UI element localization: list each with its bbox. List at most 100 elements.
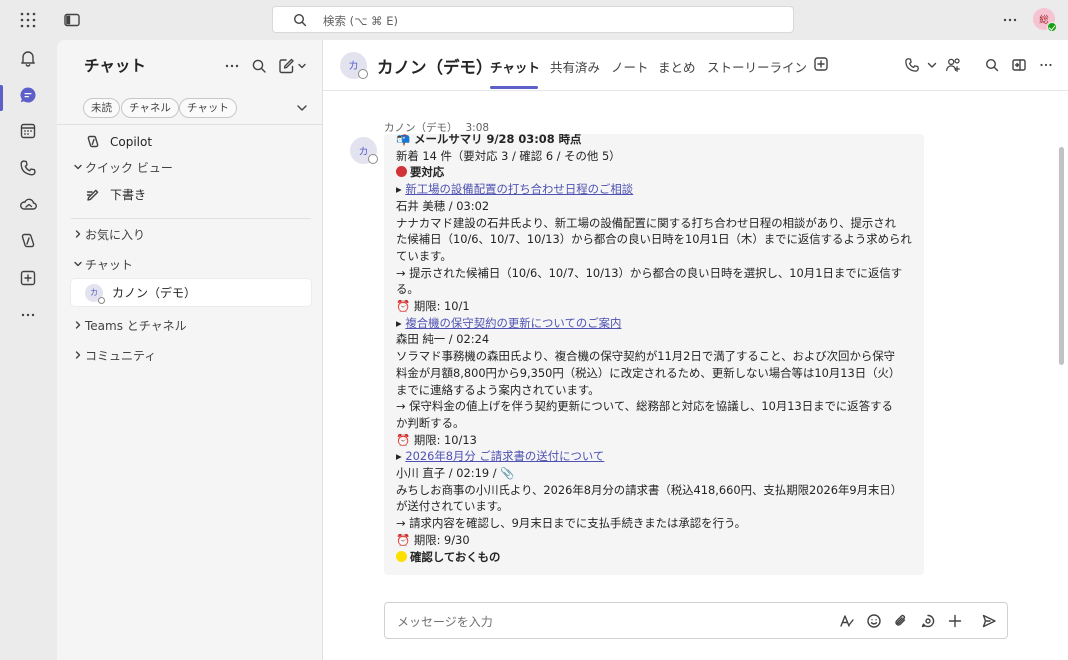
chat-item-name: カノン（デモ） xyxy=(112,286,197,300)
new-chat-icon[interactable] xyxy=(276,56,310,76)
composer-placeholder: メッセージを入力 xyxy=(397,615,493,629)
chat-header: カ カノン（デモ） チャット 共有済み ノート まとめ ストーリーライン xyxy=(323,40,1068,91)
send-icon[interactable] xyxy=(980,612,998,630)
sidebar-toggle-icon[interactable] xyxy=(62,10,82,30)
chevron-down-icon[interactable] xyxy=(922,55,942,75)
people-add-icon[interactable] xyxy=(943,55,963,75)
section-label: クイック ビュー xyxy=(85,160,173,175)
message-time: 3:08 xyxy=(465,122,490,134)
section-to-confirm: 確認しておくもの xyxy=(396,549,916,566)
filter-channels[interactable]: チャネル xyxy=(121,98,179,118)
message-composer[interactable]: メッセージを入力 xyxy=(384,602,1008,639)
email-item-3-body: みちしお商事の小川氏より、2026年8月分の請求書（税込418,660円、支払期… xyxy=(396,482,903,497)
email-link[interactable]: 新工場の設備配置の打ち合わせ日程のご相談 xyxy=(405,182,633,196)
alarm-clock-icon: ⏰ xyxy=(396,299,411,313)
chevron-right-icon xyxy=(71,350,85,360)
message-meta: カノン（デモ） 3:08 xyxy=(384,120,489,135)
divider xyxy=(71,218,311,219)
chat-title: カノン（デモ） xyxy=(377,58,493,77)
section-teams-channels[interactable]: Teams とチャネル xyxy=(71,312,187,338)
yellow-circle-icon xyxy=(396,550,407,562)
chevron-right-icon xyxy=(71,229,85,239)
email-link[interactable]: 2026年8月分 ご請求書の送付について xyxy=(405,449,604,463)
section-chats[interactable]: チャット xyxy=(71,251,133,277)
add-icon[interactable] xyxy=(946,612,964,630)
filter-chats[interactable]: チャット xyxy=(179,98,237,118)
section-quick-view[interactable]: クイック ビュー xyxy=(71,154,173,180)
bullet-icon: ▸ xyxy=(396,182,402,197)
message-list[interactable]: カ カノン（デモ） 3:08 📬 メールサマリ 9/28 03:08 時点 新着 … xyxy=(323,92,1068,575)
scrollbar[interactable] xyxy=(1059,147,1064,365)
email-item-1-subject: ▸ 新工場の設備配置の打ち合わせ日程のご相談 xyxy=(396,181,916,198)
red-circle-icon xyxy=(396,166,407,178)
filter-unread[interactable]: 未読 xyxy=(83,98,120,118)
calendar-icon[interactable] xyxy=(14,117,42,145)
email-item-3-sender: 小川 直子 / 02:19 / 📎 xyxy=(396,466,515,480)
panel-more-icon[interactable] xyxy=(222,56,242,76)
bell-icon[interactable] xyxy=(14,44,42,72)
message-bubble[interactable]: 📬 メールサマリ 9/28 03:08 時点 新着 14 件（要対応 3 / 確… xyxy=(384,134,924,575)
email-link[interactable]: 複合機の保守契約の更新についてのご案内 xyxy=(405,316,621,330)
chevron-down-icon[interactable] xyxy=(294,100,310,116)
format-text-icon[interactable] xyxy=(838,612,856,630)
email-item-3-action: → 請求内容を確認し、9月末日までに支払手続きまたは承認を行う。 xyxy=(396,516,747,531)
app-launcher-icon[interactable] xyxy=(18,10,38,30)
email-item-2-body: までに連絡するよう案内されています。 xyxy=(396,382,600,397)
top-bar: 検索 (⌥ ⌘ E) 総 xyxy=(0,0,1068,40)
tab-shared[interactable]: 共有済み xyxy=(550,57,600,76)
bot-badge-icon xyxy=(358,69,368,79)
section-label: お気に入り xyxy=(85,227,146,242)
more-options-icon[interactable] xyxy=(1036,55,1056,75)
active-tab-indicator xyxy=(490,86,538,89)
bullet-icon: ▸ xyxy=(396,315,402,330)
search-icon[interactable] xyxy=(982,55,1002,75)
presence-available-icon xyxy=(1047,22,1057,32)
bot-badge-icon xyxy=(368,154,378,164)
email-item-1-action: → 提示された候補日（10/6、10/7、10/13）から都合の良い日時を選択し… xyxy=(396,265,903,280)
summary-counts: 新着 14 件（要対応 3 / 確認 6 / その他 5） xyxy=(396,148,621,163)
pop-out-icon[interactable] xyxy=(1009,55,1029,75)
email-item-2-sender: 森田 純一 / 02:24 xyxy=(396,332,490,347)
panel-search-icon[interactable] xyxy=(249,56,269,76)
tab-recap[interactable]: まとめ xyxy=(658,57,696,76)
tab-notes[interactable]: ノート xyxy=(611,57,649,76)
add-apps-icon[interactable] xyxy=(14,264,42,292)
email-item-2-action: → 保守料金の値上げを伴う契約更新について、総務部と対応を協議し、10月13日ま… xyxy=(396,399,893,414)
section-community[interactable]: コミュニティ xyxy=(71,342,156,368)
email-item-2-action: か判断する。 xyxy=(396,415,465,430)
bot-badge-icon xyxy=(98,296,105,304)
search-icon xyxy=(293,13,307,27)
alarm-clock-icon: ⏰ xyxy=(396,432,411,447)
section-favorites[interactable]: お気に入り xyxy=(71,221,145,247)
email-item-1-body: ナナカマド建設の石井氏より、新工場の設備配置に関する打ち合わせ日程の相談があり、… xyxy=(396,215,897,230)
chat-list-item[interactable]: カ カノン（デモ） xyxy=(71,279,311,306)
bullet-icon: ▸ xyxy=(396,449,402,464)
attach-icon[interactable] xyxy=(892,612,910,630)
section-label: Teams とチャネル xyxy=(85,318,187,333)
drafts-item[interactable]: 下書き xyxy=(71,181,311,208)
more-apps-icon[interactable] xyxy=(14,301,42,329)
call-icon[interactable] xyxy=(902,55,922,75)
emoji-icon[interactable] xyxy=(865,612,883,630)
add-tab-icon[interactable] xyxy=(813,56,829,72)
summary-title: 📬 メールサマリ 9/28 03:08 時点 xyxy=(396,134,582,146)
chat-icon[interactable] xyxy=(14,81,42,109)
loop-icon[interactable] xyxy=(919,612,937,630)
alarm-clock-icon: ⏰ xyxy=(396,532,411,547)
copilot-icon[interactable] xyxy=(14,227,42,255)
copilot-item[interactable]: Copilot xyxy=(71,128,311,155)
tab-chat[interactable]: チャット xyxy=(490,57,540,76)
mailbox-icon: 📬 xyxy=(396,134,411,146)
more-options-icon[interactable] xyxy=(1000,10,1020,30)
call-icon[interactable] xyxy=(14,154,42,182)
section-label: チャット xyxy=(85,257,133,272)
tab-storyline[interactable]: ストーリーライン xyxy=(707,57,807,76)
divider xyxy=(57,124,322,125)
chevron-down-icon xyxy=(71,259,85,269)
email-item-2-body: ソラマド事務機の森田氏より、複合機の保守契約が11月2日で満了すること、および次… xyxy=(396,349,896,364)
email-item-3-body: が送付されています。 xyxy=(396,499,509,514)
global-search-input[interactable]: 検索 (⌥ ⌘ E) xyxy=(272,6,794,33)
onedrive-icon[interactable] xyxy=(14,190,42,218)
rail-active-indicator xyxy=(0,85,3,111)
drafts-label: 下書き xyxy=(110,188,147,202)
